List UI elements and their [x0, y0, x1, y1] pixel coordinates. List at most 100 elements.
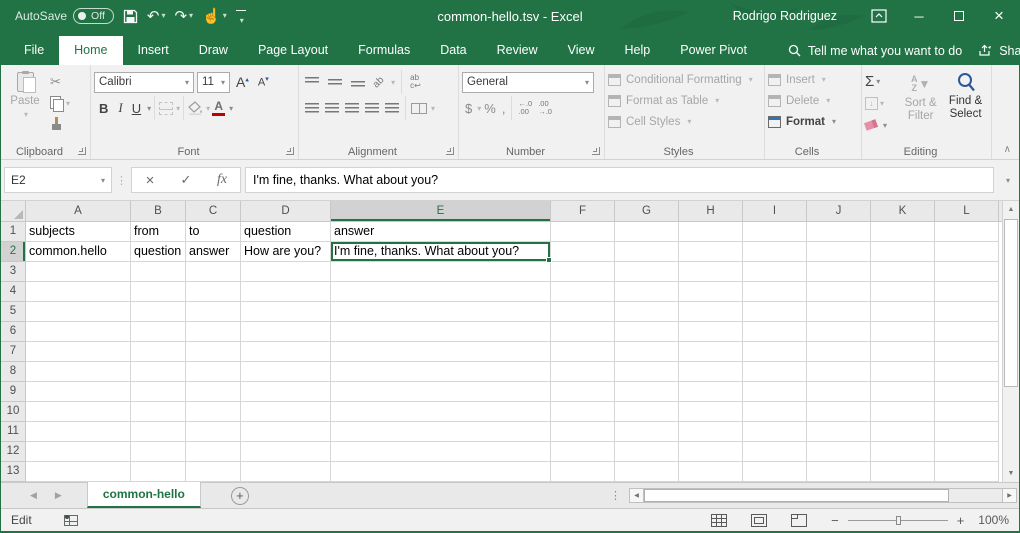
fill-handle[interactable] — [546, 257, 552, 263]
cell-K3[interactable] — [871, 262, 935, 282]
font-size-select[interactable]: 11▾ — [197, 72, 230, 93]
align-right-button[interactable] — [345, 103, 359, 114]
delete-cells-button[interactable]: Delete▾ — [768, 90, 858, 111]
decrease-decimal-icon[interactable]: .00 →.0 — [535, 100, 555, 116]
accounting-format-button[interactable]: $ — [462, 101, 475, 116]
autosum-button[interactable]: Σ▾ — [865, 71, 898, 91]
cell-I5[interactable] — [743, 302, 807, 322]
cell-G13[interactable] — [615, 462, 679, 482]
cell-K4[interactable] — [871, 282, 935, 302]
save-icon[interactable] — [123, 9, 138, 24]
vertical-scroll-thumb[interactable] — [1004, 219, 1018, 387]
cell-I2[interactable] — [743, 242, 807, 262]
tab-file[interactable]: File — [9, 36, 59, 65]
orientation-dropdown-icon[interactable]: ▾ — [391, 78, 395, 87]
increase-indent-button[interactable] — [385, 103, 399, 114]
cell-L4[interactable] — [935, 282, 999, 302]
cell-A3[interactable] — [26, 262, 131, 282]
cell-C9[interactable] — [186, 382, 241, 402]
paste-button[interactable]: Paste ▾ — [4, 69, 46, 142]
sheet-nav-left-icon[interactable]: ◀ — [21, 490, 46, 501]
tell-me-box[interactable]: Tell me what you want to do — [788, 36, 962, 65]
cell-I4[interactable] — [743, 282, 807, 302]
cell-I10[interactable] — [743, 402, 807, 422]
cell-B2[interactable]: question — [131, 242, 186, 262]
cell-G4[interactable] — [615, 282, 679, 302]
zoom-slider[interactable] — [848, 520, 948, 521]
cell-F7[interactable] — [551, 342, 615, 362]
name-box[interactable]: E2 ▾ — [4, 167, 112, 193]
column-header-E[interactable]: E — [331, 201, 551, 222]
fill-button[interactable]: ↓▾ — [865, 93, 898, 113]
cell-J1[interactable] — [807, 222, 871, 242]
cell-C2[interactable]: answer — [186, 242, 241, 262]
insert-function-button[interactable]: fx — [204, 172, 240, 188]
cell-F11[interactable] — [551, 422, 615, 442]
cell-H9[interactable] — [679, 382, 743, 402]
touch-mouse-mode-icon[interactable]: ☝▾ — [202, 9, 227, 24]
cell-E2[interactable]: I'm fine, thanks. What about you? — [331, 242, 551, 262]
cell-C7[interactable] — [186, 342, 241, 362]
cell-B1[interactable]: from — [131, 222, 186, 242]
cell-D8[interactable] — [241, 362, 331, 382]
align-left-button[interactable] — [305, 103, 319, 114]
underline-dropdown-icon[interactable]: ▾ — [147, 104, 151, 113]
zoom-in-button[interactable]: + — [957, 513, 965, 528]
cell-E9[interactable] — [331, 382, 551, 402]
cell-D1[interactable]: question — [241, 222, 331, 242]
cell-I8[interactable] — [743, 362, 807, 382]
column-header-C[interactable]: C — [186, 201, 241, 222]
cell-L9[interactable] — [935, 382, 999, 402]
clear-button[interactable]: ▾ — [865, 115, 898, 135]
cell-I1[interactable] — [743, 222, 807, 242]
cell-H7[interactable] — [679, 342, 743, 362]
cell-J11[interactable] — [807, 422, 871, 442]
font-color-dropdown-icon[interactable]: ▾ — [229, 104, 233, 113]
row-header-13[interactable]: 13 — [1, 462, 26, 482]
cell-K1[interactable] — [871, 222, 935, 242]
cell-I12[interactable] — [743, 442, 807, 462]
underline-button[interactable]: U — [128, 101, 145, 116]
column-header-J[interactable]: J — [807, 201, 871, 222]
cell-D5[interactable] — [241, 302, 331, 322]
cell-F8[interactable] — [551, 362, 615, 382]
cell-F9[interactable] — [551, 382, 615, 402]
copy-button[interactable]: ▾ — [50, 94, 70, 112]
alignment-dialog-launcher-icon[interactable] — [446, 147, 454, 155]
sheet-nav-right-icon[interactable]: ▶ — [46, 490, 71, 501]
cell-H3[interactable] — [679, 262, 743, 282]
cell-E11[interactable] — [331, 422, 551, 442]
wrap-text-icon[interactable]: ab c↩ — [408, 74, 423, 90]
format-painter-button[interactable] — [50, 115, 70, 133]
cell-A11[interactable] — [26, 422, 131, 442]
merge-center-icon[interactable] — [411, 103, 427, 114]
cell-I9[interactable] — [743, 382, 807, 402]
cell-D9[interactable] — [241, 382, 331, 402]
cell-A10[interactable] — [26, 402, 131, 422]
cell-E1[interactable]: answer — [331, 222, 551, 242]
cell-D11[interactable] — [241, 422, 331, 442]
row-header-6[interactable]: 6 — [1, 322, 26, 342]
horizontal-scroll-thumb[interactable] — [644, 489, 949, 502]
cell-C11[interactable] — [186, 422, 241, 442]
cell-F6[interactable] — [551, 322, 615, 342]
row-header-9[interactable]: 9 — [1, 382, 26, 402]
cell-E3[interactable] — [331, 262, 551, 282]
font-name-dropdown-icon[interactable]: ▾ — [185, 78, 189, 87]
tab-review[interactable]: Review — [482, 36, 553, 65]
cell-G12[interactable] — [615, 442, 679, 462]
row-header-5[interactable]: 5 — [1, 302, 26, 322]
close-button[interactable]: × — [979, 0, 1019, 32]
row-header-3[interactable]: 3 — [1, 262, 26, 282]
bottom-align-button[interactable] — [351, 77, 365, 88]
cell-C10[interactable] — [186, 402, 241, 422]
font-name-select[interactable]: Calibri▾ — [94, 72, 194, 93]
cell-G3[interactable] — [615, 262, 679, 282]
scroll-right-icon[interactable]: ▶ — [1002, 488, 1017, 503]
cell-A2[interactable]: common.hello — [26, 242, 131, 262]
cell-B8[interactable] — [131, 362, 186, 382]
cell-L11[interactable] — [935, 422, 999, 442]
cell-B5[interactable] — [131, 302, 186, 322]
clipboard-dialog-launcher-icon[interactable] — [78, 147, 86, 155]
cell-K2[interactable] — [871, 242, 935, 262]
